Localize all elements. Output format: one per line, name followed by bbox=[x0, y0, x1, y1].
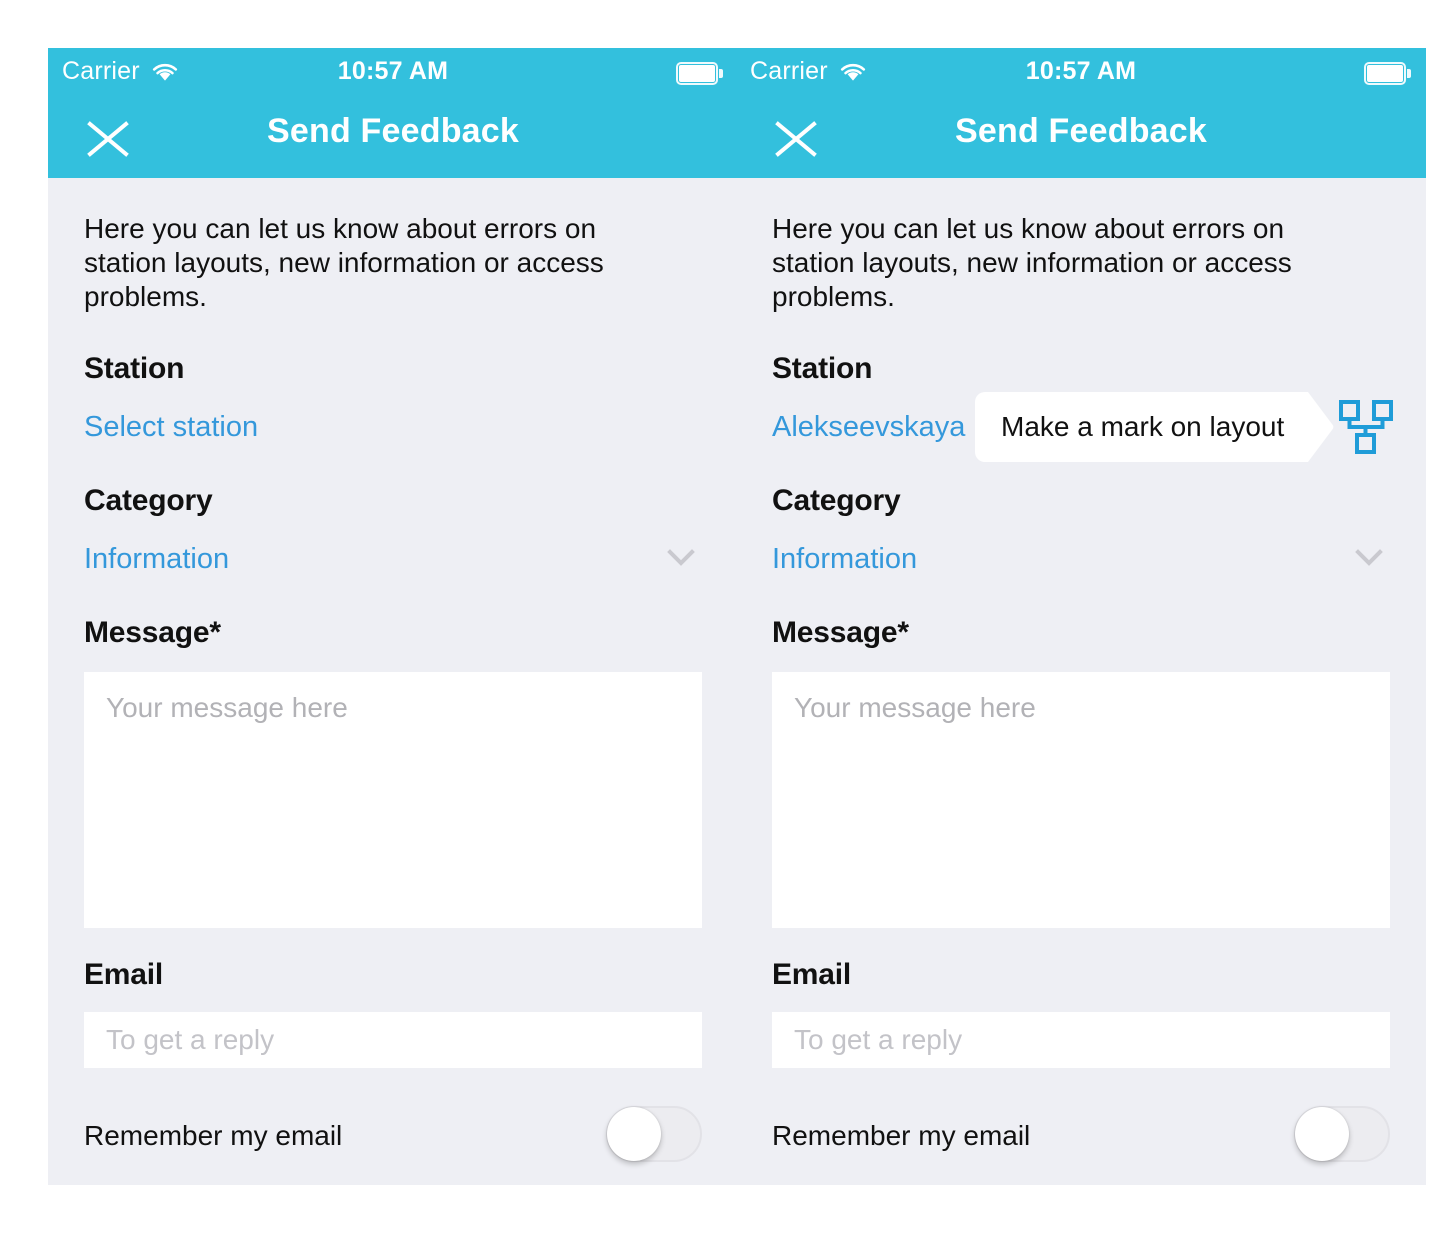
make-a-mark-tooltip[interactable]: Make a mark on layout bbox=[975, 392, 1334, 463]
remember-email-row: Remember my email bbox=[84, 1104, 702, 1168]
email-section-label: Email bbox=[772, 958, 852, 992]
toggle-knob bbox=[1295, 1107, 1349, 1162]
station-section-label: Station bbox=[84, 352, 185, 386]
intro-text: Here you can let us know about errors on… bbox=[84, 213, 604, 313]
message-section-label: Message* bbox=[772, 616, 909, 650]
category-value[interactable]: Information bbox=[772, 543, 917, 575]
email-input[interactable]: To get a reply bbox=[84, 1012, 702, 1069]
category-section-label: Category bbox=[772, 484, 901, 518]
chevron-down-icon[interactable] bbox=[666, 547, 696, 569]
clock-label: 10:57 AM bbox=[1025, 57, 1137, 85]
category-section-label: Category bbox=[84, 484, 213, 518]
email-input[interactable]: To get a reply bbox=[772, 1012, 1390, 1069]
navigation-bar: Send Feedback bbox=[48, 100, 738, 178]
clock-label: 10:57 AM bbox=[337, 57, 449, 85]
email-placeholder: To get a reply bbox=[106, 1024, 275, 1056]
tooltip-text: Make a mark on layout bbox=[975, 392, 1299, 463]
remember-email-label: Remember my email bbox=[772, 1120, 1031, 1152]
station-section-label: Station bbox=[772, 352, 873, 386]
intro-text: Here you can let us know about errors on… bbox=[772, 213, 1292, 313]
battery-icon bbox=[1364, 62, 1411, 85]
category-value[interactable]: Information bbox=[84, 543, 229, 575]
message-placeholder: Your message here bbox=[794, 692, 1036, 724]
remember-email-toggle[interactable] bbox=[606, 1106, 702, 1163]
phone-screen-right: Carrier 10:57 AM Send Feedback Here you … bbox=[736, 48, 1426, 1185]
message-input[interactable]: Your message here bbox=[84, 672, 702, 929]
page-title: Send Feedback bbox=[266, 112, 520, 150]
station-field-row[interactable]: Select station bbox=[84, 406, 702, 448]
battery-icon bbox=[676, 62, 723, 85]
station-selected-value[interactable]: Alekseevskaya bbox=[772, 411, 965, 443]
category-field-row[interactable]: Information bbox=[84, 538, 702, 580]
message-placeholder: Your message here bbox=[106, 692, 348, 724]
status-bar: Carrier 10:57 AM bbox=[48, 48, 738, 100]
remember-email-row: Remember my email bbox=[772, 1104, 1390, 1168]
feedback-form: Here you can let us know about errors on… bbox=[736, 212, 1426, 1168]
tooltip-arrow bbox=[1298, 392, 1334, 463]
phone-screen-left: Carrier 10:57 AM Send Feedback Here you … bbox=[48, 48, 738, 1185]
email-placeholder: To get a reply bbox=[794, 1024, 963, 1056]
chevron-down-icon[interactable] bbox=[1354, 547, 1384, 569]
status-bar: Carrier 10:57 AM bbox=[736, 48, 1426, 100]
feedback-form: Here you can let us know about errors on… bbox=[48, 212, 738, 1168]
message-section-label: Message* bbox=[84, 616, 221, 650]
navigation-bar: Send Feedback bbox=[736, 100, 1426, 178]
screenshot-stage: Carrier 10:57 AM Send Feedback Here you … bbox=[0, 0, 1436, 1240]
station-select-placeholder[interactable]: Select station bbox=[84, 411, 258, 443]
category-field-row[interactable]: Information bbox=[772, 538, 1390, 580]
remember-email-label: Remember my email bbox=[84, 1120, 343, 1152]
remember-email-toggle[interactable] bbox=[1294, 1106, 1390, 1163]
email-section-label: Email bbox=[84, 958, 164, 992]
station-field-row[interactable]: Alekseevskaya Make a mark on layout bbox=[772, 392, 1393, 463]
message-input[interactable]: Your message here bbox=[772, 672, 1390, 929]
toggle-knob bbox=[607, 1107, 661, 1162]
page-title: Send Feedback bbox=[954, 112, 1208, 150]
layout-map-icon[interactable] bbox=[1336, 399, 1396, 455]
